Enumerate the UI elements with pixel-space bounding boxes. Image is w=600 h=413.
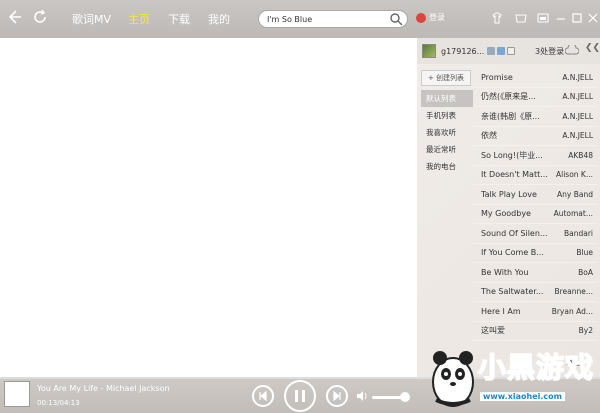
volume-icon[interactable] xyxy=(356,390,368,405)
song-row[interactable]: 亲谁(韩剧《原... A.N.JELL xyxy=(473,107,597,127)
song-title: If You Come B... xyxy=(481,248,544,258)
pause-button[interactable] xyxy=(284,380,316,412)
username[interactable]: g179126... xyxy=(441,47,484,56)
login-count: 3处登录 xyxy=(535,47,565,56)
close-icon[interactable] xyxy=(586,12,600,26)
song-row[interactable]: 仍然(《原来是... A.N.JELL xyxy=(473,88,597,107)
tab-download[interactable]: 下载 xyxy=(168,11,190,27)
song-title: Here I Am xyxy=(481,306,521,316)
song-title: 依然 xyxy=(481,131,497,141)
tab-mine[interactable]: 我的 xyxy=(208,11,230,27)
song-title: Talk Play Love xyxy=(481,189,537,199)
user-icon xyxy=(416,12,426,23)
song-row[interactable]: The Saltwater... Breanne... xyxy=(473,283,597,302)
vip-badges xyxy=(487,47,516,55)
song-artist: AKB48 xyxy=(568,150,593,160)
song-row[interactable]: Talk Play Love Any Band xyxy=(473,185,597,205)
song-row[interactable]: Sound Of Silen... Bandari xyxy=(473,224,597,244)
level-icon xyxy=(497,47,506,55)
song-title: The Saltwater... xyxy=(481,287,544,297)
main-content-area xyxy=(0,38,417,377)
song-artist: Blue xyxy=(576,248,593,258)
song-title: 亲谁(韩剧《原... xyxy=(481,111,540,121)
create-playlist-button[interactable]: + 创建列表 xyxy=(421,70,471,86)
song-artist: A.N.JELL xyxy=(562,131,593,141)
song-row[interactable]: So Long!(毕业... AKB48 xyxy=(473,146,597,166)
sidebar-item-mobile[interactable]: 手机列表 xyxy=(421,107,473,124)
watermark-url: www.xiaohei.com xyxy=(480,392,565,401)
panda-logo-icon xyxy=(432,351,474,407)
minimize-icon[interactable] xyxy=(554,12,568,26)
song-title: 这叫爱 xyxy=(481,326,505,336)
search-icon[interactable] xyxy=(389,12,403,29)
mail-icon[interactable] xyxy=(507,47,516,55)
now-playing-title[interactable]: You Are My Life - Michael Jackson xyxy=(37,384,170,393)
volume-knob[interactable] xyxy=(400,392,410,402)
sidebar-item-radio[interactable]: 我的电台 xyxy=(421,158,473,175)
top-bar: 歌词MV 主页 下载 我的 登录 xyxy=(0,0,600,38)
song-artist: A.N.JELL xyxy=(562,111,593,121)
watermark-text: 小黑游戏 xyxy=(477,350,595,385)
song-row[interactable]: If You Come B... Blue xyxy=(473,244,597,263)
song-row[interactable]: It Doesn't Matt... Alison K... xyxy=(473,166,597,185)
album-cover[interactable] xyxy=(4,381,30,407)
cloud-icon[interactable] xyxy=(564,43,580,58)
song-row[interactable]: Here I Am Bryan Ad... xyxy=(473,302,597,322)
skin-icon[interactable] xyxy=(490,12,504,26)
song-artist: Alison K... xyxy=(555,170,593,180)
song-list: Promise A.N.JELL 仍然(《原来是... A.N.JELL 亲谁(韩剧《原… xyxy=(473,68,597,341)
playlist-nav: + 创建列表 默认列表 手机列表 我喜欢听 最近常听 我的电台 xyxy=(421,70,473,175)
back-icon[interactable] xyxy=(4,9,24,29)
song-row[interactable]: 依然 A.N.JELL xyxy=(473,127,597,146)
collapse-panel-icon[interactable]: ❮❮ xyxy=(585,43,600,53)
previous-button[interactable] xyxy=(252,385,274,407)
song-artist: Automat... xyxy=(553,209,593,219)
site-watermark: 小黑游戏 www.xiaohei.com xyxy=(428,340,600,413)
song-title: Sound Of Silen... xyxy=(481,228,548,238)
song-title: Promise xyxy=(481,72,513,82)
sidebar-item-recent[interactable]: 最近常听 xyxy=(421,141,473,158)
tab-home[interactable]: 主页 xyxy=(128,11,150,27)
song-artist: BoA xyxy=(578,267,593,277)
song-row[interactable]: Be With You BoA xyxy=(473,263,597,283)
tab-lyrics-mv[interactable]: 歌词MV xyxy=(72,11,111,27)
song-artist: Any Band xyxy=(557,189,593,199)
refresh-icon[interactable] xyxy=(30,9,50,29)
sidebar-item-default[interactable]: 默认列表 xyxy=(421,90,473,107)
song-title: Be With You xyxy=(481,267,529,277)
song-artist: A.N.JELL xyxy=(562,92,593,102)
song-artist: By2 xyxy=(578,326,593,336)
vip-icon xyxy=(487,47,496,55)
search-input[interactable] xyxy=(267,14,387,24)
song-title: It Doesn't Matt... xyxy=(481,170,548,180)
song-artist: A.N.JELL xyxy=(562,72,593,82)
song-row[interactable]: Promise A.N.JELL xyxy=(473,68,597,88)
song-title: 仍然(《原来是... xyxy=(481,92,536,102)
song-title: So Long!(毕业... xyxy=(481,150,543,160)
song-artist: Breanne... xyxy=(554,287,593,297)
mini-mode-icon[interactable] xyxy=(536,12,550,26)
settings-icon[interactable] xyxy=(514,12,528,26)
song-row[interactable]: My Goodbye Automat... xyxy=(473,205,597,224)
play-time: 00:13/04:13 xyxy=(37,399,80,407)
song-artist: Bryan Ad... xyxy=(551,306,593,316)
avatar[interactable] xyxy=(422,44,436,58)
song-row[interactable]: 这叫爱 By2 xyxy=(473,322,597,341)
song-artist: Bandari xyxy=(563,228,593,238)
login-button[interactable]: 登录 xyxy=(416,12,445,23)
song-title: My Goodbye xyxy=(481,209,531,219)
maximize-icon[interactable] xyxy=(570,12,584,26)
sidebar-item-favorites[interactable]: 我喜欢听 xyxy=(421,124,473,141)
search-box xyxy=(258,10,408,28)
playlist-panel: g179126... 3处登录 ❮❮ + 创建列表 默认列表 手机列表 我喜欢听… xyxy=(417,38,600,377)
login-label: 登录 xyxy=(429,13,445,22)
next-button[interactable] xyxy=(326,385,348,407)
user-row: g179126... 3处登录 ❮❮ xyxy=(417,38,600,64)
